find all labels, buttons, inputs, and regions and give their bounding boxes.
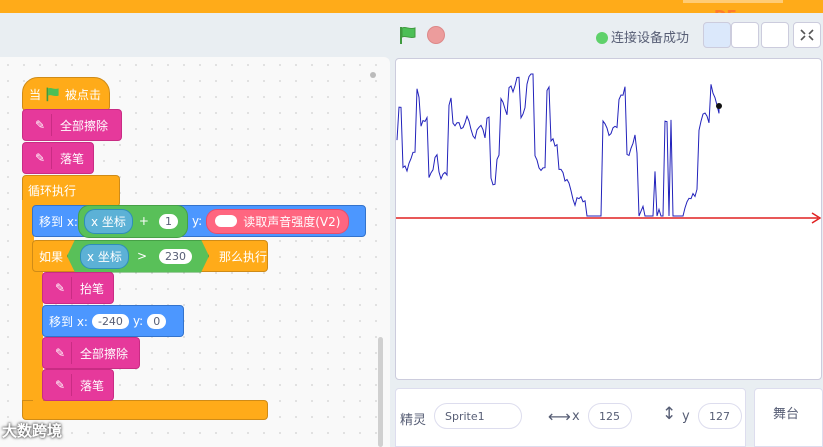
pen-down-block[interactable]: ✎ 落笔 (22, 142, 94, 174)
pen-up-block[interactable]: ✎ 抬笔 (42, 272, 114, 304)
sound-sensor-reporter[interactable]: 读取声音强度(V2) (206, 208, 350, 234)
green-flag-icon[interactable] (398, 25, 418, 45)
sensor-icon (215, 215, 238, 227)
y-field[interactable]: 127 (698, 403, 742, 429)
pen-icon: ✎ (49, 277, 72, 299)
pen-icon: ✎ (29, 114, 52, 136)
normal-stage-button[interactable] (731, 22, 759, 48)
compare-value-input[interactable]: 230 (159, 249, 192, 264)
if-block[interactable]: 如果 x 坐标 > 230 那么执行 (32, 240, 268, 272)
hide-stage-button[interactable] (761, 22, 789, 48)
goto-xy-block[interactable]: 移到 x: x 坐标 + 1 y: 读取声音强度(V2) (32, 204, 366, 238)
sprite-pen-dot (716, 103, 722, 109)
top-menu-bar: DF (0, 0, 823, 25)
sprite-name-field[interactable]: Sprite1 (434, 403, 522, 429)
add-value-input[interactable]: 1 (158, 213, 178, 229)
connected-dot-icon (596, 32, 608, 44)
clear-block[interactable]: ✎ 全部擦除 (22, 109, 122, 141)
sprite-info-panel: 精灵 Sprite1 ⟷ x 125 ↕ y 127 (395, 388, 746, 447)
when-flag-clicked-block[interactable]: 当 被点击 (22, 77, 110, 111)
forever-label: 循环执行 (28, 184, 77, 198)
x-position-reporter[interactable]: x 坐标 (83, 208, 133, 234)
green-flag-icon (46, 87, 59, 102)
stop-icon[interactable] (427, 26, 445, 44)
y-arrow-icon: ↕ (662, 404, 677, 424)
fullscreen-button[interactable] (793, 22, 821, 48)
stage-panel[interactable]: 舞台 (754, 388, 823, 447)
goto-xy-block-2[interactable]: 移到 x: -240 y: 0 (42, 305, 184, 337)
small-stage-button[interactable] (703, 22, 731, 48)
x-arrow-icon: ⟷ (548, 407, 571, 426)
watermark: 大数跨境 (2, 422, 63, 440)
pen-icon: ✎ (49, 342, 72, 364)
pen-icon: ✎ (49, 374, 72, 396)
fullscreen-icon (800, 29, 814, 41)
y-value-input[interactable]: 0 (147, 313, 167, 329)
zoom-dot (370, 72, 376, 78)
x-value-input[interactable]: -240 (91, 313, 129, 329)
sprite-label: 精灵 (400, 413, 427, 428)
forever-bottom (22, 400, 268, 420)
code-scrollbar[interactable] (378, 337, 383, 447)
add-operator[interactable]: x 坐标 + 1 (77, 204, 188, 238)
sound-waveform-line (396, 73, 720, 217)
x-position-reporter[interactable]: x 坐标 (80, 244, 129, 269)
connection-status: 连接设备成功 (596, 27, 696, 46)
stage-canvas[interactable] (395, 58, 822, 380)
clear-block-2[interactable]: ✎ 全部擦除 (42, 337, 140, 369)
pen-icon: ✎ (29, 147, 52, 169)
pen-down-block-2[interactable]: ✎ 落笔 (42, 369, 114, 401)
x-field[interactable]: 125 (588, 403, 632, 429)
greater-than-operator[interactable]: x 坐标 > 230 (67, 240, 209, 273)
pen-drawing (396, 73, 821, 224)
